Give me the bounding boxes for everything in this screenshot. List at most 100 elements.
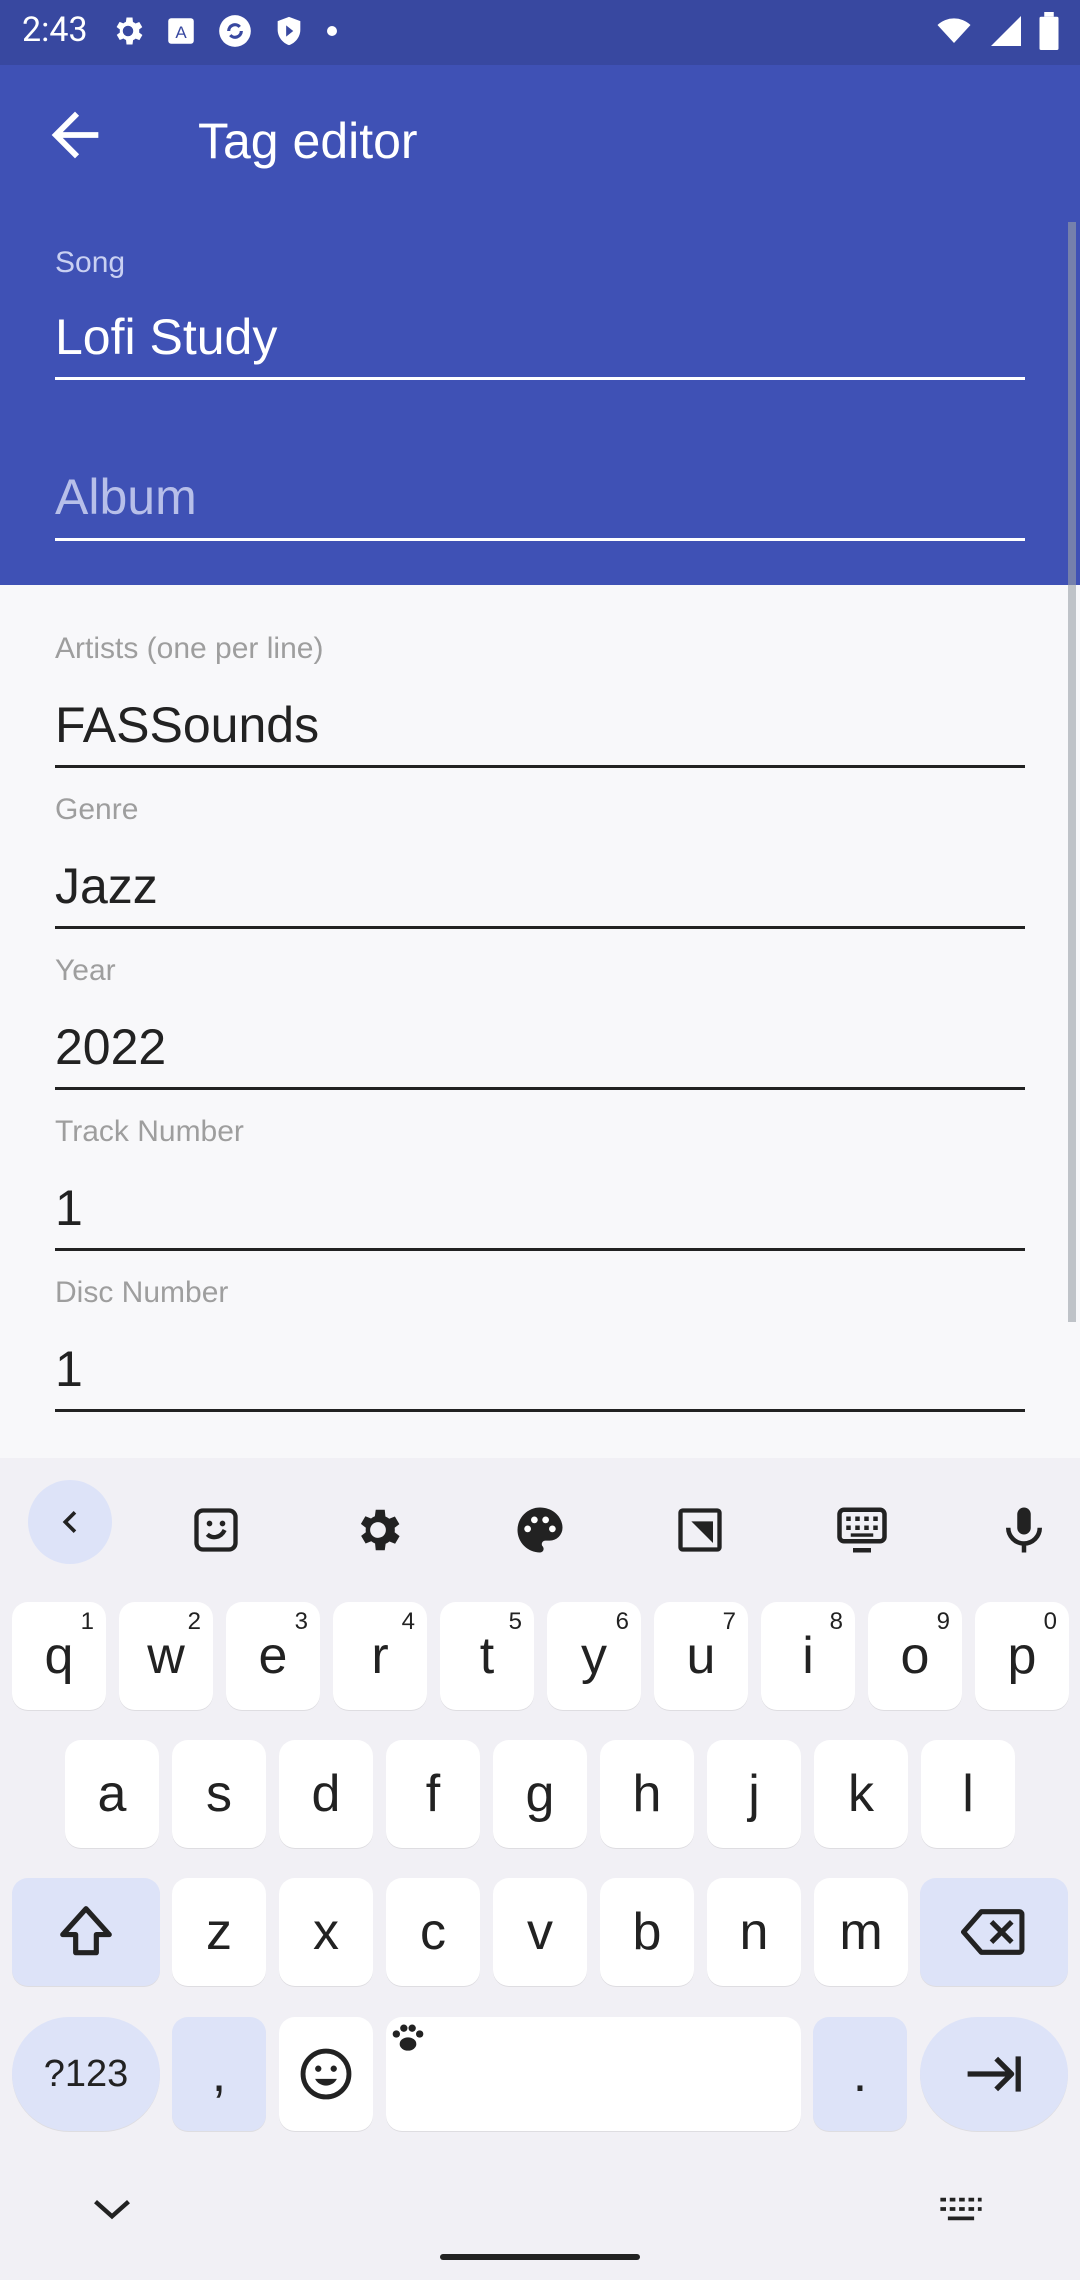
key-z[interactable]: z	[172, 1878, 266, 1986]
backspace-key[interactable]	[920, 1878, 1068, 1986]
voice-input-button[interactable]	[988, 1494, 1060, 1566]
mic-icon	[1006, 1507, 1042, 1553]
key-r[interactable]: r4	[333, 1602, 427, 1710]
shield-icon	[277, 16, 301, 46]
key-number: 4	[401, 1608, 415, 1635]
key-o[interactable]: o9	[868, 1602, 962, 1710]
status-icons-left: A	[110, 12, 340, 50]
year-label: Year	[55, 954, 116, 987]
gesture-nav-pill[interactable]	[440, 2254, 640, 2260]
disc-label: Disc Number	[55, 1276, 229, 1309]
svg-text:A: A	[175, 23, 187, 42]
keyboard-collapse-button[interactable]	[28, 1480, 112, 1564]
keyboard-settings-button[interactable]	[342, 1494, 414, 1566]
sync-icon	[219, 15, 251, 47]
key-v[interactable]: v	[493, 1878, 587, 1986]
comma-key[interactable]: ,	[172, 2017, 266, 2131]
genre-input[interactable]: Jazz	[55, 857, 158, 915]
key-g[interactable]: g	[493, 1740, 587, 1848]
key-number: 3	[294, 1608, 308, 1635]
key-number: 0	[1043, 1608, 1057, 1635]
key-c[interactable]: c	[386, 1878, 480, 1986]
period-key[interactable]: .	[813, 2017, 907, 2131]
key-label: r	[371, 1627, 389, 1685]
artists-underline	[55, 765, 1025, 768]
settings-icon	[360, 1509, 400, 1551]
settings-icon	[116, 17, 143, 45]
key-label: t	[479, 1627, 495, 1685]
track-underline	[55, 1248, 1025, 1251]
tab-next-icon	[967, 2056, 1021, 2092]
key-label: w	[147, 1627, 185, 1685]
key-a[interactable]: a	[65, 1740, 159, 1848]
artists-label: Artists (one per line)	[55, 632, 324, 665]
key-number: 8	[829, 1608, 843, 1635]
key-p[interactable]: p0	[975, 1602, 1069, 1710]
key-number: 6	[615, 1608, 629, 1635]
key-s[interactable]: s	[172, 1740, 266, 1848]
key-k[interactable]: k	[814, 1740, 908, 1848]
key-label: y	[581, 1627, 607, 1685]
emoji-icon	[300, 2048, 352, 2100]
keyboard-mode-button[interactable]	[826, 1494, 898, 1566]
keyboard-switch-button[interactable]	[938, 2194, 998, 2234]
keyboard-hide-button[interactable]	[90, 2194, 150, 2234]
status-time: 2:43	[22, 10, 88, 50]
key-u[interactable]: u7	[654, 1602, 748, 1710]
arrow-back-icon	[51, 111, 99, 159]
key-j[interactable]: j	[707, 1740, 801, 1848]
key-t[interactable]: t5	[440, 1602, 534, 1710]
shift-key[interactable]	[12, 1878, 160, 1986]
accessibility-icon: A	[168, 18, 194, 44]
song-input[interactable]: Lofi Study	[55, 308, 277, 366]
key-x[interactable]: x	[279, 1878, 373, 1986]
key-number: 7	[722, 1608, 736, 1635]
wifi-icon	[937, 18, 971, 43]
battery-icon	[1039, 12, 1059, 50]
key-n[interactable]: n	[707, 1878, 801, 1986]
key-i[interactable]: i8	[761, 1602, 855, 1710]
space-key[interactable]	[386, 2017, 801, 2131]
chevron-left-icon	[62, 1511, 77, 1533]
key-label: q	[44, 1627, 74, 1685]
symbols-key[interactable]: ?123	[12, 2017, 160, 2131]
song-underline	[55, 377, 1025, 380]
key-e[interactable]: e3	[226, 1602, 320, 1710]
keyboard-switch-icon	[940, 2197, 982, 2221]
key-y[interactable]: y6	[547, 1602, 641, 1710]
disc-input[interactable]: 1	[55, 1340, 83, 1398]
key-number: 5	[508, 1608, 522, 1635]
key-f[interactable]: f	[386, 1740, 480, 1848]
key-h[interactable]: h	[600, 1740, 694, 1848]
disc-underline	[55, 1409, 1025, 1412]
next-key[interactable]	[920, 2017, 1068, 2131]
backspace-icon	[961, 1909, 1025, 1955]
dot-icon	[327, 26, 337, 36]
year-input[interactable]: 2022	[55, 1018, 166, 1076]
key-m[interactable]: m	[814, 1878, 908, 1986]
back-button[interactable]	[40, 100, 110, 170]
key-q[interactable]: q1	[12, 1602, 106, 1710]
key-b[interactable]: b	[600, 1878, 694, 1986]
emoji-key[interactable]	[279, 2017, 373, 2131]
scrollbar[interactable]	[1068, 222, 1076, 1322]
artists-input[interactable]: FASSounds	[55, 696, 319, 754]
key-label: u	[686, 1627, 716, 1685]
sticker-button[interactable]	[180, 1494, 252, 1566]
year-underline	[55, 1087, 1025, 1090]
key-label: e	[258, 1627, 288, 1685]
sticker-icon	[194, 1508, 238, 1552]
album-input[interactable]: Album	[55, 468, 197, 526]
key-w[interactable]: w2	[119, 1602, 213, 1710]
key-label: p	[1007, 1627, 1037, 1685]
resize-button[interactable]	[664, 1494, 736, 1566]
album-underline	[55, 538, 1025, 541]
theme-button[interactable]	[504, 1494, 576, 1566]
shift-icon	[60, 1906, 112, 1956]
page-title: Tag editor	[198, 113, 418, 169]
key-l[interactable]: l	[921, 1740, 1015, 1848]
track-input[interactable]: 1	[55, 1179, 83, 1237]
status-icons-right	[934, 12, 1060, 50]
key-d[interactable]: d	[279, 1740, 373, 1848]
track-label: Track Number	[55, 1115, 244, 1148]
